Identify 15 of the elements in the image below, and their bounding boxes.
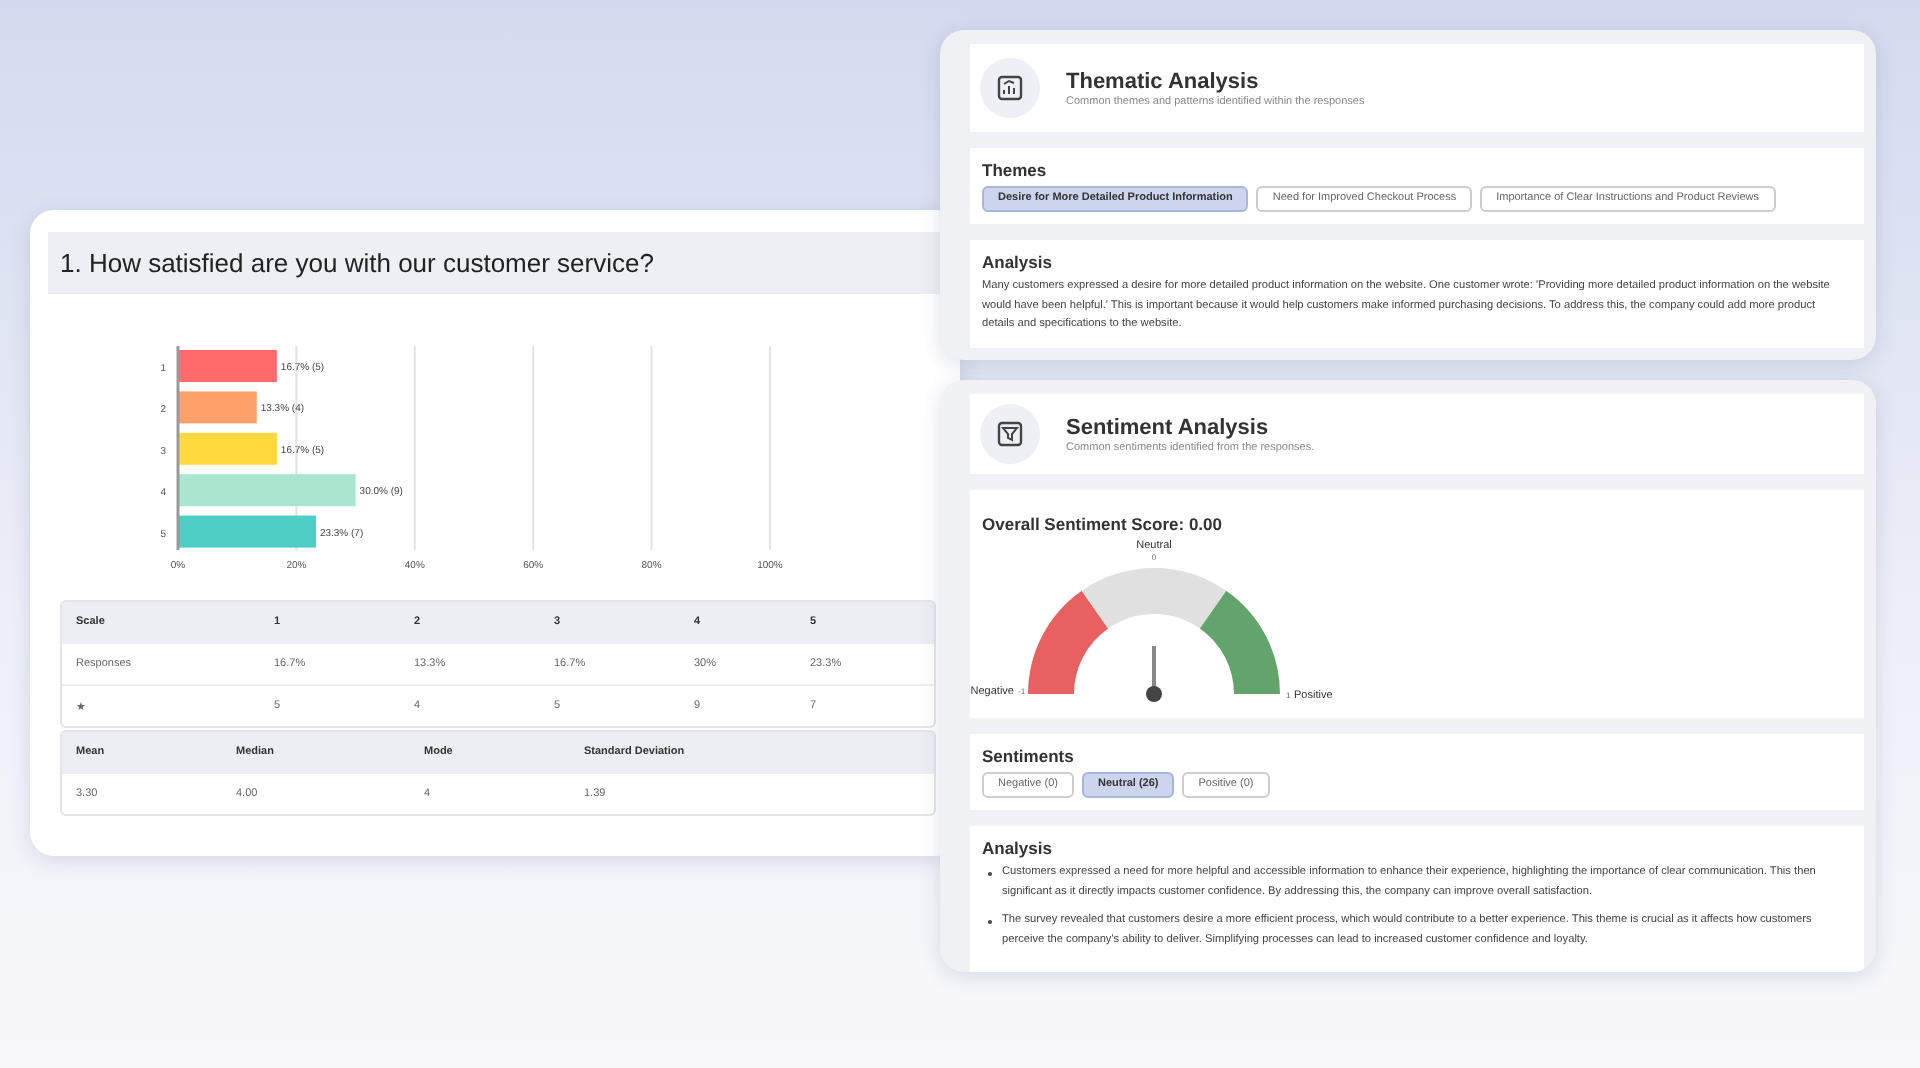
bar — [178, 350, 277, 382]
section-heading: Analysis — [982, 252, 1054, 272]
section-heading: Analysis — [982, 838, 1054, 858]
chart-icon — [980, 58, 1040, 118]
positive-segment — [1199, 590, 1280, 694]
bar — [178, 391, 257, 424]
section-heading: Themes — [982, 160, 1049, 180]
score-heading: Overall Sentiment Score: 0.00 — [982, 514, 1224, 534]
card-title: Thematic Analysis — [1066, 69, 1261, 93]
bar — [178, 515, 316, 548]
card-title: Sentiment Analysis — [1066, 415, 1271, 439]
section-heading: Sentiments — [982, 746, 1076, 766]
bar — [178, 432, 277, 465]
filter-icon — [980, 404, 1040, 464]
negative-segment — [1028, 590, 1109, 694]
